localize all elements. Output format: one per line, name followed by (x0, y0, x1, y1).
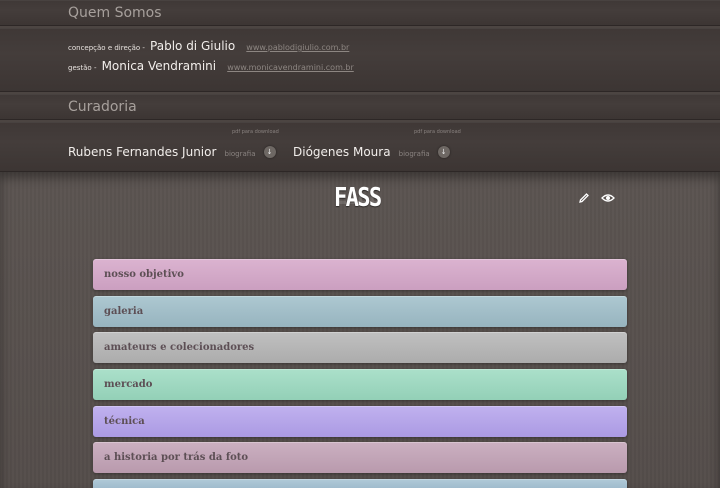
curators-band: pdf para download Rubens Fernandes Junio… (0, 122, 720, 172)
pdf-download-note: pdf para download (414, 129, 461, 135)
pdf-download-note: pdf para download (232, 129, 279, 135)
menu-item-amateurs-e-colecionadores[interactable]: amateurs e colecionadores (93, 332, 627, 363)
menu-item-a-historia-por-tras-da-foto[interactable]: a historia por trás da foto (93, 442, 627, 473)
credit-url-link[interactable]: www.pablodigiulio.com.br (246, 43, 349, 52)
menu-item-tecnica[interactable]: técnica (93, 406, 627, 437)
credit-line-direction: concepção e direção - Pablo di Giulio ww… (68, 35, 349, 54)
quem-somos-header-band: Quem Somos (0, 0, 720, 26)
menu-item-galeria[interactable]: galeria (93, 296, 627, 327)
curadoria-header-band: Curadoria (0, 94, 720, 120)
biography-link[interactable]: biografia (225, 150, 256, 158)
credit-url-link[interactable]: www.monicavendramini.com.br (227, 63, 354, 72)
curator-name: Rubens Fernandes Junior (68, 145, 217, 159)
menu-item-mercado[interactable]: mercado (93, 369, 627, 400)
eye-icon-graphic (601, 194, 615, 202)
curator-item: Rubens Fernandes Junior biografia ↓ (68, 141, 276, 160)
credit-line-management: gestão - Monica Vendramini www.monicaven… (68, 55, 354, 74)
main-content-area (0, 172, 720, 488)
menu-item-partial[interactable] (93, 479, 627, 488)
menu-item-nosso-objetivo[interactable]: nosso objetivo (93, 259, 627, 290)
curator-name: Diógenes Moura (293, 145, 391, 159)
credit-name: Pablo di Giulio (150, 39, 236, 53)
curator-item: Diógenes Moura biografia ↓ (293, 141, 450, 160)
download-icon[interactable]: ↓ (437, 145, 450, 158)
curadoria-heading: Curadoria (68, 99, 137, 115)
pencil-icon[interactable] (576, 192, 592, 208)
credit-name: Monica Vendramini (101, 59, 217, 73)
pencil-icon-graphic (579, 193, 589, 203)
credits-band: concepção e direção - Pablo di Giulio ww… (0, 28, 720, 92)
credit-role: gestão - (68, 64, 97, 72)
biography-link[interactable]: biografia (399, 150, 430, 158)
credit-role: concepção e direção - (68, 44, 145, 52)
quem-somos-heading: Quem Somos (68, 5, 162, 21)
eye-icon[interactable] (600, 192, 616, 208)
site-logo-reflection: FASS (334, 196, 380, 208)
download-icon[interactable]: ↓ (263, 145, 276, 158)
